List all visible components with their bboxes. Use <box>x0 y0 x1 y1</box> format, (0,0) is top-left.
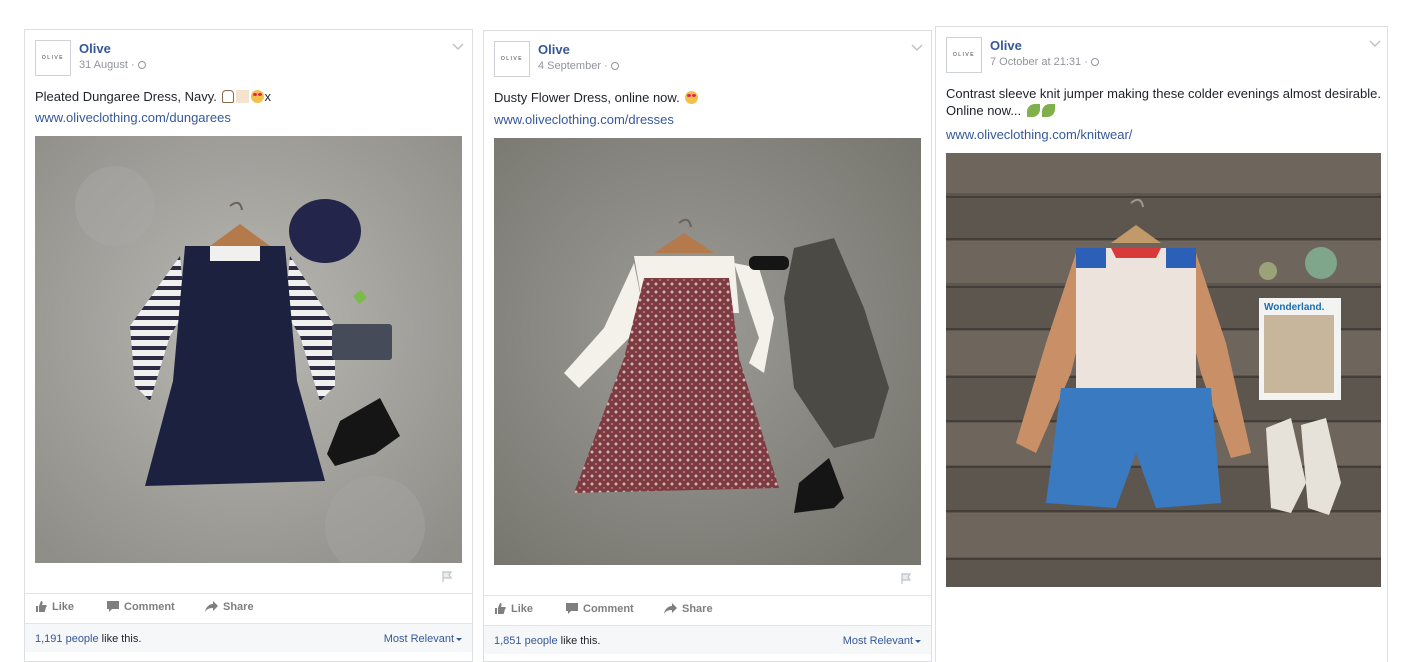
like-label: Like <box>511 603 534 615</box>
avatar-logo-text: OLIVE <box>500 56 524 62</box>
timestamp-text[interactable]: 31 August <box>79 59 128 71</box>
comment-button[interactable]: Comment <box>566 603 634 615</box>
post-message: Pleated Dungaree Dress, Navy. x <box>35 88 455 105</box>
comment-label: Comment <box>124 601 175 613</box>
pointing-hand-emoji-icon <box>222 90 235 103</box>
comment-sort-dropdown[interactable]: Most Relevant <box>384 633 462 645</box>
action-bar: Like Comment Share <box>484 595 931 624</box>
chevron-down-icon[interactable] <box>452 43 464 51</box>
avatar-logo-text: OLIVE <box>41 55 65 61</box>
comment-icon <box>107 601 119 612</box>
like-button[interactable]: Like <box>35 601 74 613</box>
share-button[interactable]: Share <box>664 603 713 615</box>
page-avatar[interactable]: OLIVE <box>35 40 71 76</box>
globe-icon <box>610 62 619 71</box>
post-timestamp[interactable]: 7 October at 21:31 · <box>990 56 1099 68</box>
separator: · <box>131 59 135 71</box>
herb-emoji-icon <box>1026 104 1040 117</box>
share-label: Share <box>682 603 713 615</box>
photo-flatlay-flower-dress <box>494 138 921 565</box>
page-avatar[interactable]: OLIVE <box>494 41 530 77</box>
globe-icon <box>1090 58 1099 67</box>
thumbs-up-icon <box>36 601 47 612</box>
timestamp-text[interactable]: 7 October at 21:31 <box>990 56 1081 68</box>
likes-count-link[interactable]: 1,191 people <box>35 633 99 645</box>
photo-flatlay-dungaree <box>35 136 462 563</box>
likes-summary-bar: 1,191 people like this. Most Relevant <box>25 623 472 652</box>
post-photo-flower-dress[interactable] <box>494 138 921 565</box>
like-button[interactable]: Like <box>494 603 533 615</box>
flag-icon[interactable] <box>442 571 452 582</box>
likes-summary: 1,851 people like this. <box>494 635 600 647</box>
heart-eyes-emoji-icon <box>251 90 265 103</box>
likes-summary: 1,191 people like this. <box>35 633 141 645</box>
likes-suffix: like this. <box>557 635 601 647</box>
page-name-link[interactable]: Olive <box>538 42 570 57</box>
post-message: Dusty Flower Dress, online now. <box>494 89 914 106</box>
flag-icon[interactable] <box>901 573 911 584</box>
thumbs-up-icon <box>495 603 506 614</box>
post-card-1: OLIVE Olive 31 August · Pleated Dungaree… <box>24 29 473 662</box>
comment-sort-dropdown[interactable]: Most Relevant <box>843 635 921 647</box>
timestamp-text[interactable]: 4 September <box>538 60 601 72</box>
post-photo-knit-jumper[interactable]: Wonderland. <box>946 153 1381 587</box>
post-message-text: Contrast sleeve knit jumper making these… <box>946 86 1381 118</box>
likes-suffix: like this. <box>98 633 142 645</box>
post-photo-dungaree-dress[interactable] <box>35 136 462 563</box>
page-name-link[interactable]: Olive <box>990 38 1022 53</box>
likes-summary-bar: 1,851 people like this. Most Relevant <box>484 625 931 654</box>
post-timestamp[interactable]: 4 September · <box>538 60 619 72</box>
share-label: Share <box>223 601 254 613</box>
post-message-suffix: x <box>264 89 271 104</box>
chevron-down-icon[interactable] <box>911 44 923 52</box>
chevron-down-icon[interactable] <box>1369 40 1381 48</box>
post-link[interactable]: www.oliveclothing.com/dungarees <box>35 110 231 125</box>
page-avatar[interactable]: OLIVE <box>946 37 982 73</box>
post-message-text: Dusty Flower Dress, online now. <box>494 90 680 105</box>
share-button[interactable]: Share <box>205 601 254 613</box>
caret-down-icon <box>915 639 921 643</box>
like-label: Like <box>52 601 75 613</box>
post-link[interactable]: www.oliveclothing.com/knitwear/ <box>946 127 1132 142</box>
avatar-logo-text: OLIVE <box>952 52 976 58</box>
share-icon <box>664 603 677 614</box>
blank-emoji-icon <box>236 90 250 103</box>
separator: · <box>1084 56 1088 68</box>
globe-icon <box>137 61 146 70</box>
post-card-2: OLIVE Olive 4 September · Dusty Flower D… <box>483 30 932 662</box>
leaf-emoji-icon <box>1041 104 1055 117</box>
sort-label: Most Relevant <box>842 635 913 647</box>
post-message: Contrast sleeve knit jumper making these… <box>946 85 1386 119</box>
post-timestamp[interactable]: 31 August · <box>79 59 146 71</box>
sort-label: Most Relevant <box>383 633 454 645</box>
comment-label: Comment <box>583 603 634 615</box>
comment-icon <box>566 603 578 614</box>
page-name-link[interactable]: Olive <box>79 41 111 56</box>
caret-down-icon <box>456 637 462 641</box>
post-link[interactable]: www.oliveclothing.com/dresses <box>494 112 674 127</box>
heart-eyes-emoji-icon <box>685 91 699 104</box>
magazine-title-text: Wonderland. <box>1264 302 1325 313</box>
photo-flatlay-knit-jumper: Wonderland. <box>946 153 1381 587</box>
comment-button[interactable]: Comment <box>107 601 175 613</box>
share-icon <box>205 601 218 612</box>
post-message-text: Pleated Dungaree Dress, Navy. <box>35 89 217 104</box>
action-bar: Like Comment Share <box>25 593 472 622</box>
likes-count-link[interactable]: 1,851 people <box>494 635 558 647</box>
post-card-3: OLIVE Olive 7 October at 21:31 · Contras… <box>935 26 1388 662</box>
separator: · <box>604 60 608 72</box>
